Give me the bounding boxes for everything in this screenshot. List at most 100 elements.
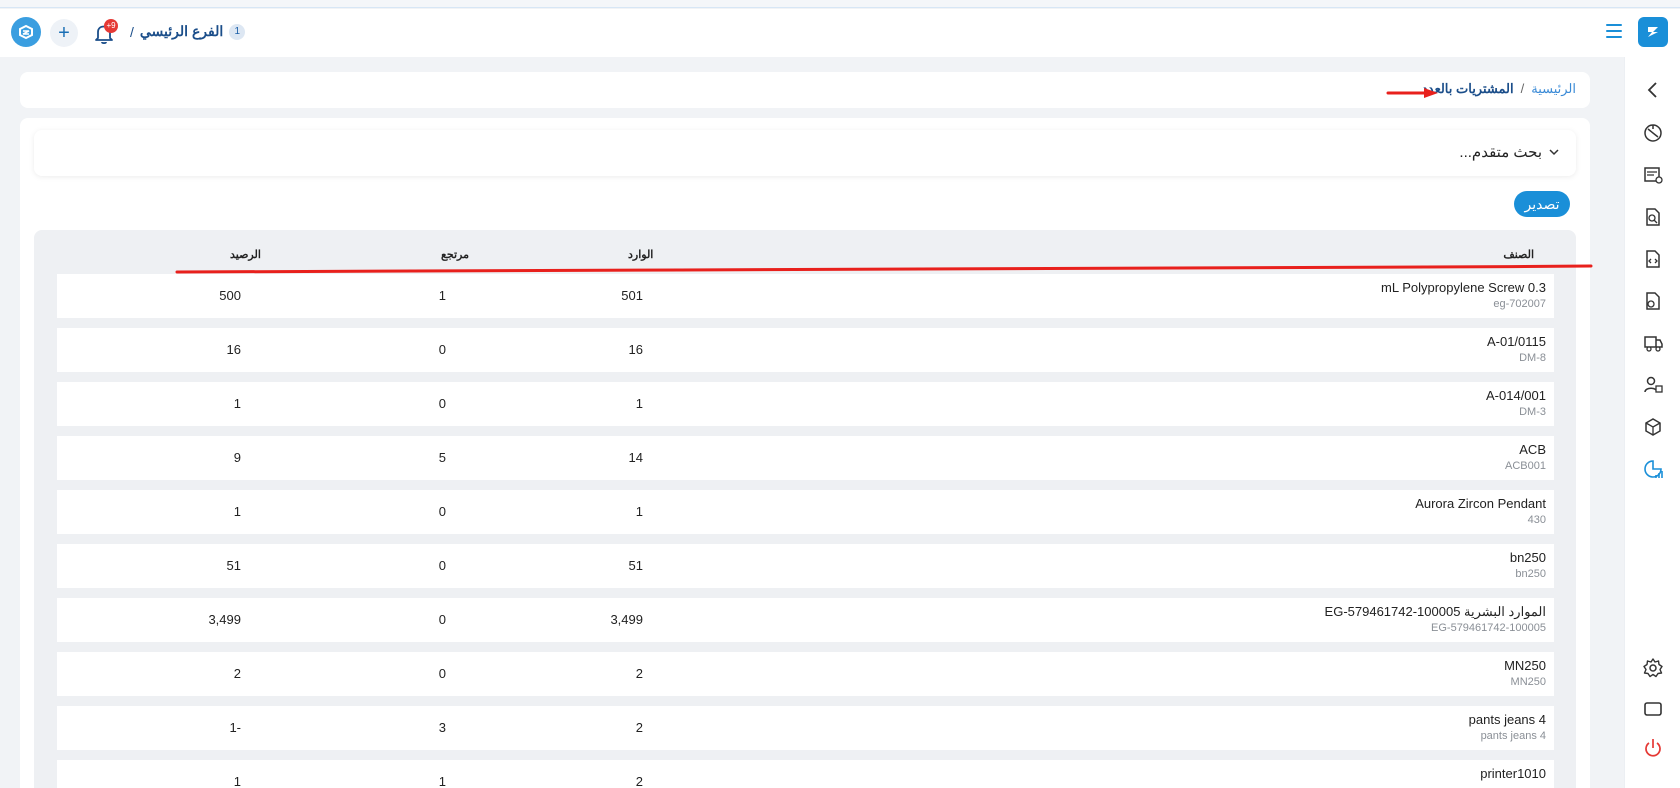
- column-header-balance[interactable]: الرصيد: [230, 248, 261, 261]
- users-icon[interactable]: [1642, 374, 1664, 396]
- table-row[interactable]: printer1010 2 1 1: [57, 760, 1554, 788]
- balance-value: 16: [226, 342, 241, 357]
- returned-value: 0: [438, 666, 446, 681]
- branch-separator: /: [130, 23, 134, 40]
- item-code: pants jeans 4: [1480, 730, 1546, 742]
- incoming-value: 51: [628, 558, 643, 573]
- document-user-icon[interactable]: [1642, 290, 1664, 312]
- advanced-search-label: بحث متقدم...: [1459, 144, 1542, 161]
- screen-icon[interactable]: [1642, 698, 1664, 720]
- invoices-icon[interactable]: [1642, 164, 1664, 186]
- back-chevron-icon[interactable]: [1642, 79, 1664, 101]
- search-document-icon[interactable]: [1642, 206, 1664, 228]
- app-logo[interactable]: [1638, 17, 1668, 47]
- branch-number-badge: 1: [229, 23, 246, 40]
- returned-value: 0: [438, 612, 446, 627]
- table-row[interactable]: mL Polypropylene Screw 0.3 eg-702007 501…: [57, 274, 1554, 318]
- item-title: EG-579461742-100005 الموارد البشرية: [1324, 604, 1546, 619]
- table-row[interactable]: A-01/0115 DM-8 16 0 16: [57, 328, 1554, 372]
- annotation-underline: [175, 264, 1593, 274]
- balance-value: 51: [226, 558, 241, 573]
- dashboard-icon[interactable]: [1642, 122, 1664, 144]
- breadcrumb-card: الرئيسية / المشتريات بالعدد: [20, 72, 1590, 108]
- returned-value: 0: [438, 396, 446, 411]
- item-title: Aurora Zircon Pendant: [1415, 496, 1546, 511]
- balance-value: 3,499: [208, 612, 241, 627]
- incoming-value: 1: [635, 396, 643, 411]
- advanced-search-toggle[interactable]: بحث متقدم...: [1459, 143, 1560, 161]
- notification-badge: +9: [104, 19, 118, 33]
- table-row[interactable]: Aurora Zircon Pendant 430 1 0 1: [57, 490, 1554, 534]
- item-code: DM-3: [1519, 406, 1546, 418]
- export-button[interactable]: تصدير: [1514, 191, 1570, 217]
- chevron-down-icon: [1549, 149, 1559, 156]
- incoming-value: 16: [628, 342, 643, 357]
- balance-value: 1: [233, 774, 241, 788]
- inventory-icon[interactable]: [1642, 416, 1664, 438]
- item-code: DM-8: [1519, 352, 1546, 364]
- breadcrumb: الرئيسية / المشتريات بالعدد: [1422, 81, 1576, 97]
- menu-icon[interactable]: [1606, 24, 1622, 38]
- code-document-icon[interactable]: [1642, 248, 1664, 270]
- add-button[interactable]: +: [50, 19, 78, 47]
- item-title: printer1010: [1480, 766, 1546, 781]
- column-header-incoming[interactable]: الوارد: [628, 248, 653, 261]
- item-title: mL Polypropylene Screw 0.3: [1381, 280, 1546, 295]
- balance-value: 1-: [229, 720, 241, 735]
- item-code: 430: [1527, 514, 1546, 526]
- balance-value: 500: [219, 288, 241, 303]
- incoming-value: 2: [635, 720, 643, 735]
- purchases-table: الصنف الوارد مرتجع الرصيد mL Polypropyle…: [34, 230, 1576, 788]
- incoming-value: 3,499: [610, 612, 643, 627]
- table-row[interactable]: pants jeans 4 pants jeans 4 2 3 1-: [57, 706, 1554, 750]
- table-row[interactable]: EG-579461742-100005 الموارد البشرية EG-5…: [57, 598, 1554, 642]
- breadcrumb-home-link[interactable]: الرئيسية: [1531, 81, 1576, 97]
- branch-name: الفرع الرئيسي: [139, 23, 224, 39]
- reports-icon[interactable]: [1642, 458, 1664, 480]
- breadcrumb-separator: /: [1520, 81, 1525, 96]
- branch-selector[interactable]: 1 الفرع الرئيسي /: [130, 23, 246, 40]
- item-code: MN250: [1510, 676, 1546, 688]
- returned-value: 0: [438, 342, 446, 357]
- advanced-search-panel[interactable]: بحث متقدم...: [34, 130, 1576, 176]
- power-icon[interactable]: [1642, 737, 1664, 759]
- incoming-value: 1: [635, 504, 643, 519]
- item-code: EG-579461742-100005: [1431, 622, 1546, 634]
- returned-value: 3: [438, 720, 446, 735]
- annotation-arrow: [1386, 88, 1438, 98]
- item-code: bn250: [1515, 568, 1546, 580]
- incoming-value: 501: [621, 288, 643, 303]
- balance-value: 1: [233, 396, 241, 411]
- returned-value: 1: [438, 774, 446, 788]
- table-row[interactable]: bn250 bn250 51 0 51: [57, 544, 1554, 588]
- table-row[interactable]: ACB ACB001 14 5 9: [57, 436, 1554, 480]
- item-title: A-014/001: [1486, 388, 1546, 403]
- returned-value: 0: [438, 504, 446, 519]
- item-title: ACB: [1519, 442, 1546, 457]
- item-title: pants jeans 4: [1468, 712, 1546, 727]
- column-header-returned[interactable]: مرتجع: [441, 248, 469, 261]
- item-title: bn250: [1509, 550, 1546, 565]
- table-row[interactable]: A-014/001 DM-3 1 0 1: [57, 382, 1554, 426]
- incoming-value: 2: [635, 666, 643, 681]
- returned-value: 0: [438, 558, 446, 573]
- item-title: MN250: [1504, 658, 1546, 673]
- column-header-item[interactable]: الصنف: [1503, 248, 1534, 261]
- incoming-value: 2: [635, 774, 643, 788]
- item-code: ACB001: [1505, 460, 1546, 472]
- top-bar: [0, 9, 1680, 57]
- company-logo[interactable]: [11, 17, 41, 47]
- main-content-card: بحث متقدم... تصدير الصنف الوارد مرتجع ال…: [20, 118, 1590, 788]
- delivery-icon[interactable]: [1642, 332, 1664, 354]
- incoming-value: 14: [628, 450, 643, 465]
- top-border: [0, 0, 1680, 8]
- returned-value: 1: [438, 288, 446, 303]
- balance-value: 1: [233, 504, 241, 519]
- table-row[interactable]: MN250 MN250 2 0 2: [57, 652, 1554, 696]
- item-code: eg-702007: [1493, 298, 1546, 310]
- settings-icon[interactable]: [1642, 657, 1664, 679]
- item-title: A-01/0115: [1486, 334, 1546, 349]
- balance-value: 2: [233, 666, 241, 681]
- returned-value: 5: [438, 450, 446, 465]
- balance-value: 9: [233, 450, 241, 465]
